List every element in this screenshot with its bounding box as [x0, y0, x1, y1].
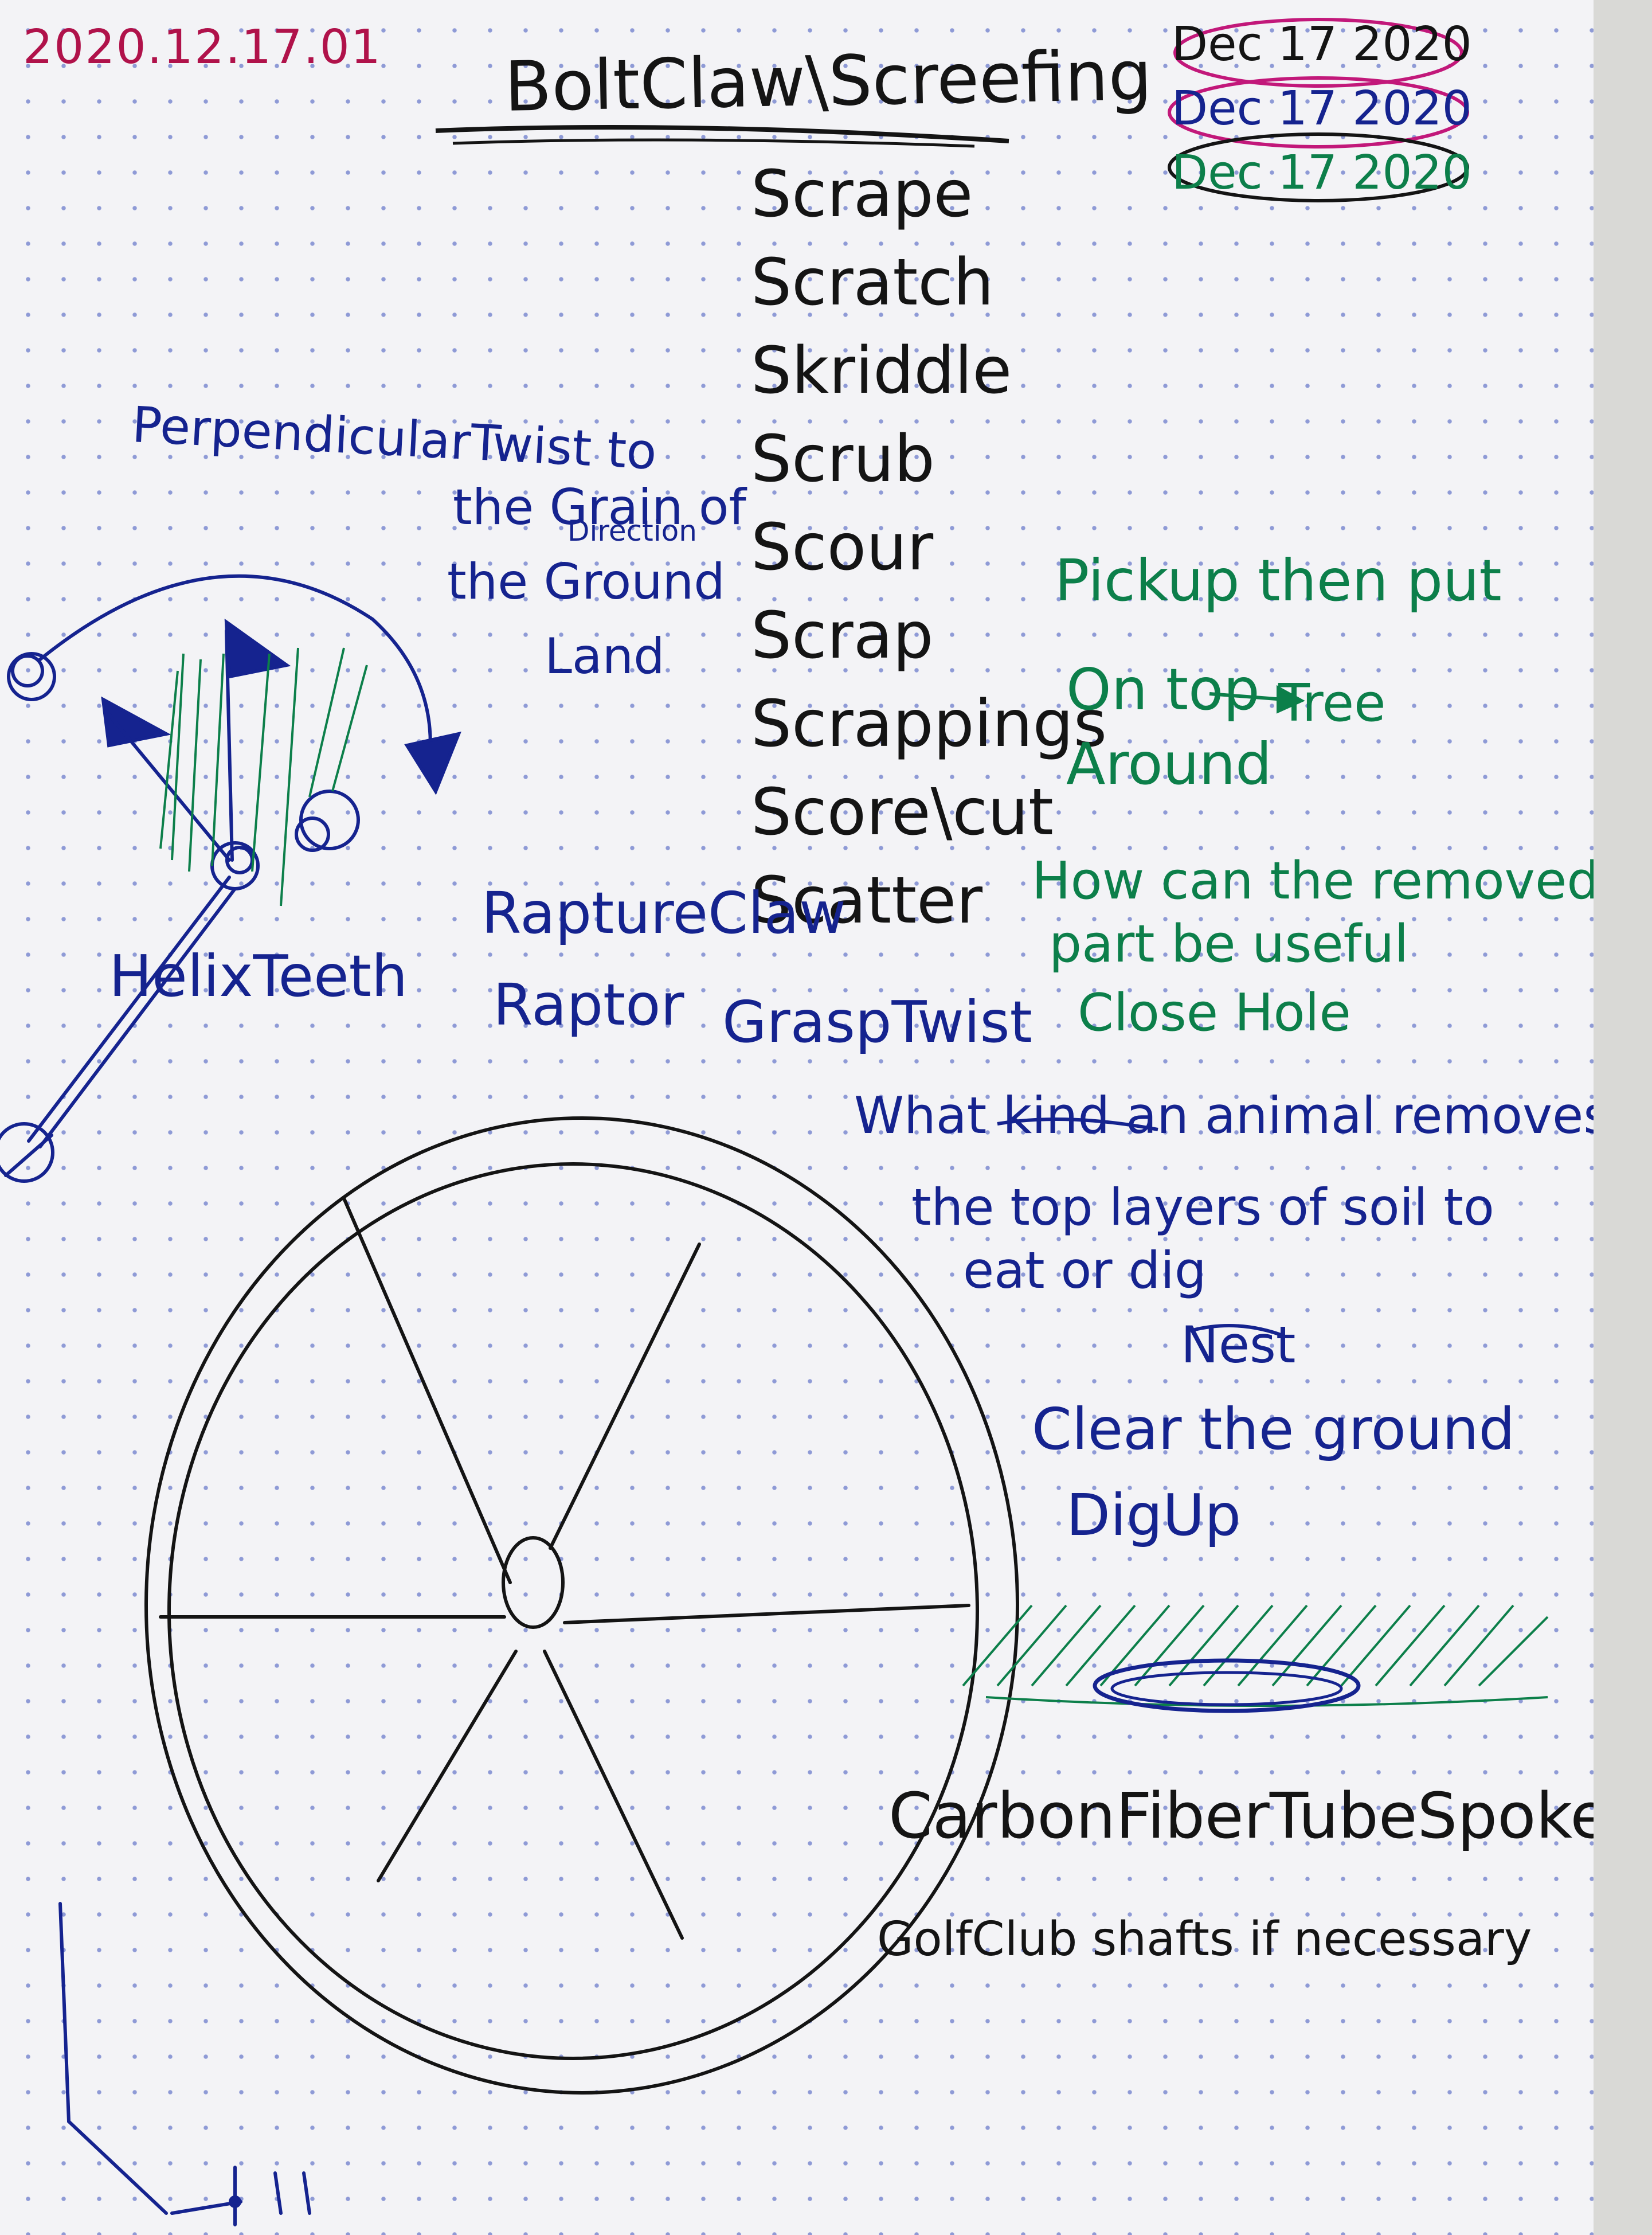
nest-label: Nest [1181, 1315, 1296, 1374]
date-list: Dec 17 2020 Dec 17 2020 Dec 17 2020 [1152, 13, 1496, 205]
bracket-sketch [58, 1902, 311, 2226]
wheel-spoke [543, 1650, 684, 1940]
helix-green-hatching [159, 647, 368, 906]
grasp-twist-label: GraspTwist [722, 988, 1032, 1056]
helix-teeth-label: HelixTeeth [109, 943, 408, 1010]
word-list-item: Scour [751, 510, 934, 585]
wheel-spoke [549, 1242, 701, 1550]
perpendicular-note-line3: the Ground [447, 553, 725, 611]
word-list-item: Scrub [751, 422, 935, 497]
question-line2: the top layers of soil to [911, 1178, 1494, 1237]
pickup-note-insert: Tree [1278, 673, 1386, 733]
word-list-item: Skriddle [751, 334, 1012, 408]
helix-claw-sketch [0, 574, 461, 1183]
date-entry: Dec 17 2020 [1172, 81, 1472, 136]
removed-note-line3: Close Hole [1078, 983, 1351, 1043]
pickup-note-line3: Around [1066, 730, 1272, 798]
perpendicular-note-line4: Land [545, 628, 665, 685]
date-entry: Dec 17 2020 [1172, 17, 1472, 72]
question-line3: eat or dig [963, 1241, 1207, 1300]
hole-sketch [962, 1604, 1549, 1713]
clear-ground-label: Clear the ground [1032, 1396, 1516, 1463]
word-list-item: Score\cut [751, 775, 1054, 850]
word-list-item: Scrape [751, 157, 973, 232]
wheel-spoke [342, 1197, 512, 1584]
word-list-item: Scrap [751, 599, 934, 673]
golf-club-note: GolfClub shafts if necessary [877, 1912, 1532, 1967]
carbon-fiber-note: CarbonFiberTubeSpokes [888, 1779, 1594, 1853]
word-list: Scrape Scratch Skriddle Scrub Scour Scra… [751, 150, 1107, 945]
perpendicular-note-insert: Direction [567, 514, 697, 548]
question-line1: What kind an animal removes [854, 1086, 1594, 1145]
dig-up-label: DigUp [1066, 1482, 1241, 1549]
word-list-item: Scratch [751, 245, 994, 320]
wheel-spoke [377, 1650, 518, 1882]
raptor-label: Raptor [493, 971, 684, 1038]
notebook-page: 2020.12.17.01 BoltClaw\Screefing Dec 17 … [0, 0, 1594, 2235]
word-list-item: Scrappings [751, 687, 1107, 761]
removed-note-line2: part be useful [1049, 914, 1409, 974]
wheel-spoke [563, 1604, 970, 1624]
date-stamp: 2020.12.17.01 [23, 20, 382, 75]
pickup-note-line1: Pickup then put [1055, 547, 1502, 614]
date-entry: Dec 17 2020 [1172, 146, 1472, 200]
page-title: BoltClaw\Screefing [503, 36, 1153, 127]
removed-note-line1: How can the removed [1032, 851, 1594, 911]
pickup-note-line2: On top [1066, 656, 1260, 723]
rapture-claw-label: RaptureClaw [481, 880, 846, 947]
